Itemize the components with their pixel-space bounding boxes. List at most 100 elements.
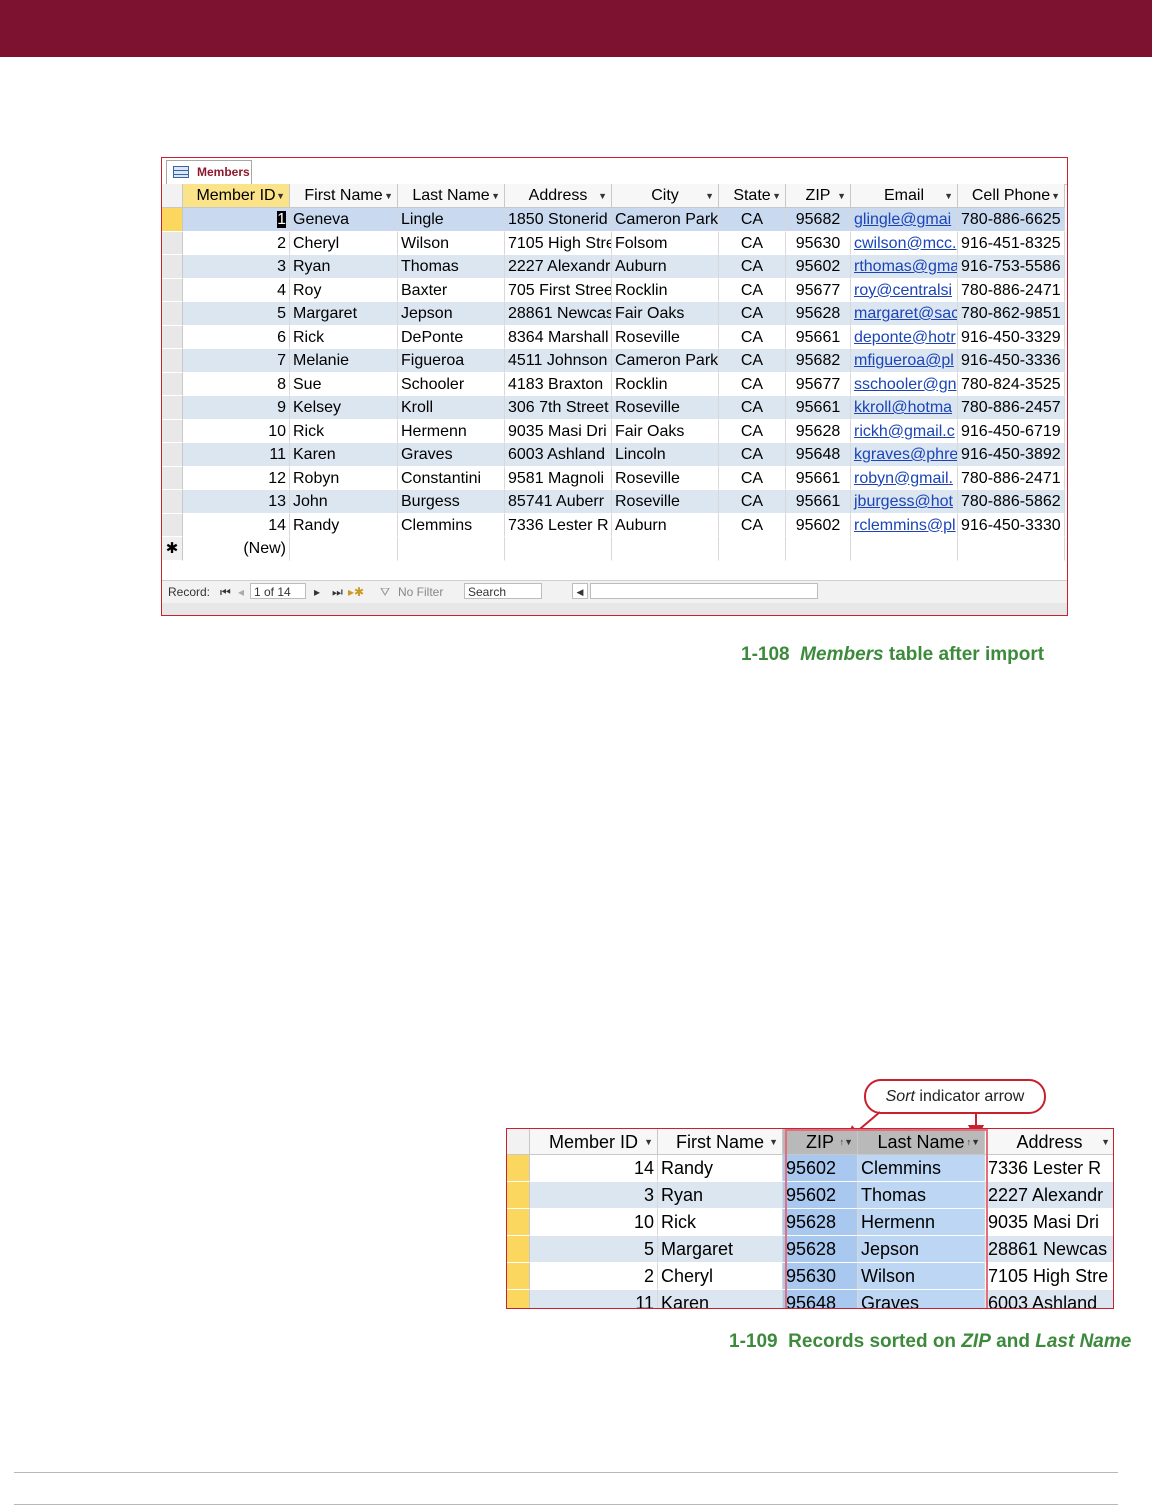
- cell-email[interactable]: rclemmins@pl: [851, 513, 958, 537]
- cell-city[interactable]: Roseville: [612, 396, 719, 420]
- dropdown-arrow-icon[interactable]: ▼: [276, 184, 285, 208]
- cell-last-name[interactable]: Hermenn: [858, 1209, 985, 1236]
- cell-zip[interactable]: 95630: [783, 1263, 858, 1290]
- record-selector[interactable]: [162, 396, 183, 420]
- column-header-email[interactable]: Email ▼: [851, 184, 958, 208]
- cell-address[interactable]: 705 First Stree: [505, 278, 612, 302]
- cell-zip[interactable]: 95602: [783, 1155, 858, 1182]
- cell-address[interactable]: 9581 Magnoli: [505, 466, 612, 490]
- cell-email[interactable]: rthomas@gma: [851, 255, 958, 279]
- scroll-left-icon[interactable]: ◀: [572, 583, 588, 599]
- cell-last-name[interactable]: Constantini: [398, 466, 505, 490]
- cell-member-id[interactable]: 9: [183, 396, 290, 420]
- cell-cell-phone[interactable]: 780-824-3525: [958, 372, 1065, 396]
- cell-state[interactable]: CA: [719, 396, 786, 420]
- cell-email[interactable]: deponte@hotr: [851, 325, 958, 349]
- cell-member-id[interactable]: 10: [183, 419, 290, 443]
- cell-address[interactable]: 1850 Stonerid: [505, 208, 612, 232]
- cell-last-name[interactable]: Thomas: [398, 255, 505, 279]
- cell-value[interactable]: cwilson@mcc.: [854, 235, 956, 252]
- cell-city[interactable]: Roseville: [612, 325, 719, 349]
- column-header-address[interactable]: Address ▼: [985, 1129, 1113, 1155]
- dropdown-arrow-icon[interactable]: ▼: [769, 1129, 778, 1155]
- search-input[interactable]: Search: [464, 583, 542, 599]
- cell-city[interactable]: Rocklin: [612, 372, 719, 396]
- cell-state[interactable]: CA: [719, 466, 786, 490]
- new-cell[interactable]: [505, 537, 612, 561]
- cell-city[interactable]: Rocklin: [612, 278, 719, 302]
- cell-email[interactable]: glingle@gmai: [851, 208, 958, 232]
- first-record-icon[interactable]: ⏮: [220, 581, 231, 603]
- record-selector[interactable]: [162, 513, 183, 537]
- column-header-last-name[interactable]: Last Name ▼: [398, 184, 505, 208]
- cell-state[interactable]: CA: [719, 208, 786, 232]
- cell-last-name[interactable]: Graves: [398, 443, 505, 467]
- cell-value[interactable]: mfigueroa@pl: [854, 352, 954, 369]
- cell-cell-phone[interactable]: 780-886-5862: [958, 490, 1065, 514]
- table-row[interactable]: 5 Margaret Jepson 28861 Newcas Fair Oaks CA 95…: [162, 302, 1065, 326]
- cell-address[interactable]: 9035 Masi Dri: [985, 1209, 1113, 1236]
- record-selector[interactable]: [162, 325, 183, 349]
- cell-email[interactable]: sschooler@gn: [851, 372, 958, 396]
- cell-member-id[interactable]: 4: [183, 278, 290, 302]
- table-row[interactable]: 11 Karen Graves 6003 Ashland Lincoln CA 95648 k…: [162, 443, 1065, 467]
- column-header-first-name[interactable]: First Name ▼: [658, 1129, 783, 1155]
- cell-last-name[interactable]: Baxter: [398, 278, 505, 302]
- dropdown-arrow-icon[interactable]: ▼: [491, 184, 500, 208]
- cell-first-name[interactable]: Robyn: [290, 466, 398, 490]
- cell-state[interactable]: CA: [719, 372, 786, 396]
- last-record-icon[interactable]: ⏭: [332, 581, 343, 603]
- table-row[interactable]: 1 Geneva Lingle 1850 Stonerid Cameron Park CA…: [162, 208, 1065, 232]
- cell-city[interactable]: Folsom: [612, 231, 719, 255]
- cell-last-name[interactable]: Hermenn: [398, 419, 505, 443]
- cell-address[interactable]: 4183 Braxton: [505, 372, 612, 396]
- record-selector[interactable]: [507, 1290, 530, 1308]
- cell-zip[interactable]: 95602: [786, 513, 851, 537]
- cell-state[interactable]: CA: [719, 302, 786, 326]
- cell-value[interactable]: margaret@sac: [854, 305, 957, 322]
- members-tab[interactable]: Members: [166, 160, 252, 184]
- cell-address[interactable]: 6003 Ashland: [985, 1290, 1113, 1308]
- cell-cell-phone[interactable]: 916-450-3892: [958, 443, 1065, 467]
- table-row[interactable]: 11 Karen 95648 Graves 6003 Ashland: [507, 1290, 1113, 1308]
- cell-zip[interactable]: 95661: [786, 466, 851, 490]
- dropdown-arrow-icon[interactable]: ▼: [644, 1129, 653, 1155]
- cell-city[interactable]: Roseville: [612, 466, 719, 490]
- table-row[interactable]: 9 Kelsey Kroll 306 7th Street Roseville CA 956…: [162, 396, 1065, 420]
- cell-value[interactable]: rclemmins@pl: [854, 517, 956, 534]
- cell-city[interactable]: Auburn: [612, 513, 719, 537]
- cell-city[interactable]: Cameron Park: [612, 349, 719, 373]
- dropdown-arrow-icon[interactable]: ▼: [598, 184, 607, 208]
- cell-address[interactable]: 9035 Masi Dri: [505, 419, 612, 443]
- cell-first-name[interactable]: Ryan: [658, 1182, 783, 1209]
- new-record-row[interactable]: ✱ (New): [162, 537, 1065, 561]
- cell-last-name[interactable]: Clemmins: [858, 1155, 985, 1182]
- column-header-state[interactable]: State ▼: [719, 184, 786, 208]
- column-header-cell-phone[interactable]: Cell Phone ▼: [958, 184, 1065, 208]
- record-selector[interactable]: [162, 302, 183, 326]
- cell-zip[interactable]: 95677: [786, 372, 851, 396]
- cell-address[interactable]: 7336 Lester R: [985, 1155, 1113, 1182]
- cell-cell-phone[interactable]: 780-886-2471: [958, 466, 1065, 490]
- new-cell[interactable]: [290, 537, 398, 561]
- dropdown-arrow-icon[interactable]: ▼: [1101, 1129, 1110, 1155]
- cell-value[interactable]: roy@centralsi: [854, 282, 952, 299]
- cell-city[interactable]: Cameron Park: [612, 208, 719, 232]
- column-header-address[interactable]: Address ▼: [505, 184, 612, 208]
- cell-email[interactable]: robyn@gmail.: [851, 466, 958, 490]
- cell-address[interactable]: 2227 Alexandr: [505, 255, 612, 279]
- table-row[interactable]: 2 Cheryl Wilson 7105 High Stre Folsom CA 95630…: [162, 231, 1065, 255]
- cell-cell-phone[interactable]: 780-862-9851: [958, 302, 1065, 326]
- cell-zip[interactable]: 95661: [786, 396, 851, 420]
- record-selector[interactable]: [507, 1155, 530, 1182]
- cell-cell-phone[interactable]: 780-886-6625: [958, 208, 1065, 232]
- cell-address[interactable]: 85741 Auberr: [505, 490, 612, 514]
- new-record-icon[interactable]: ▸✱: [348, 581, 364, 603]
- cell-state[interactable]: CA: [719, 490, 786, 514]
- record-selector[interactable]: [162, 208, 183, 232]
- cell-zip[interactable]: 95628: [783, 1209, 858, 1236]
- cell-value[interactable]: sschooler@gn: [854, 376, 957, 393]
- cell-member-id[interactable]: 3: [183, 255, 290, 279]
- table-row[interactable]: 14 Randy Clemmins 7336 Lester R Auburn CA 9560…: [162, 513, 1065, 537]
- cell-email[interactable]: roy@centralsi: [851, 278, 958, 302]
